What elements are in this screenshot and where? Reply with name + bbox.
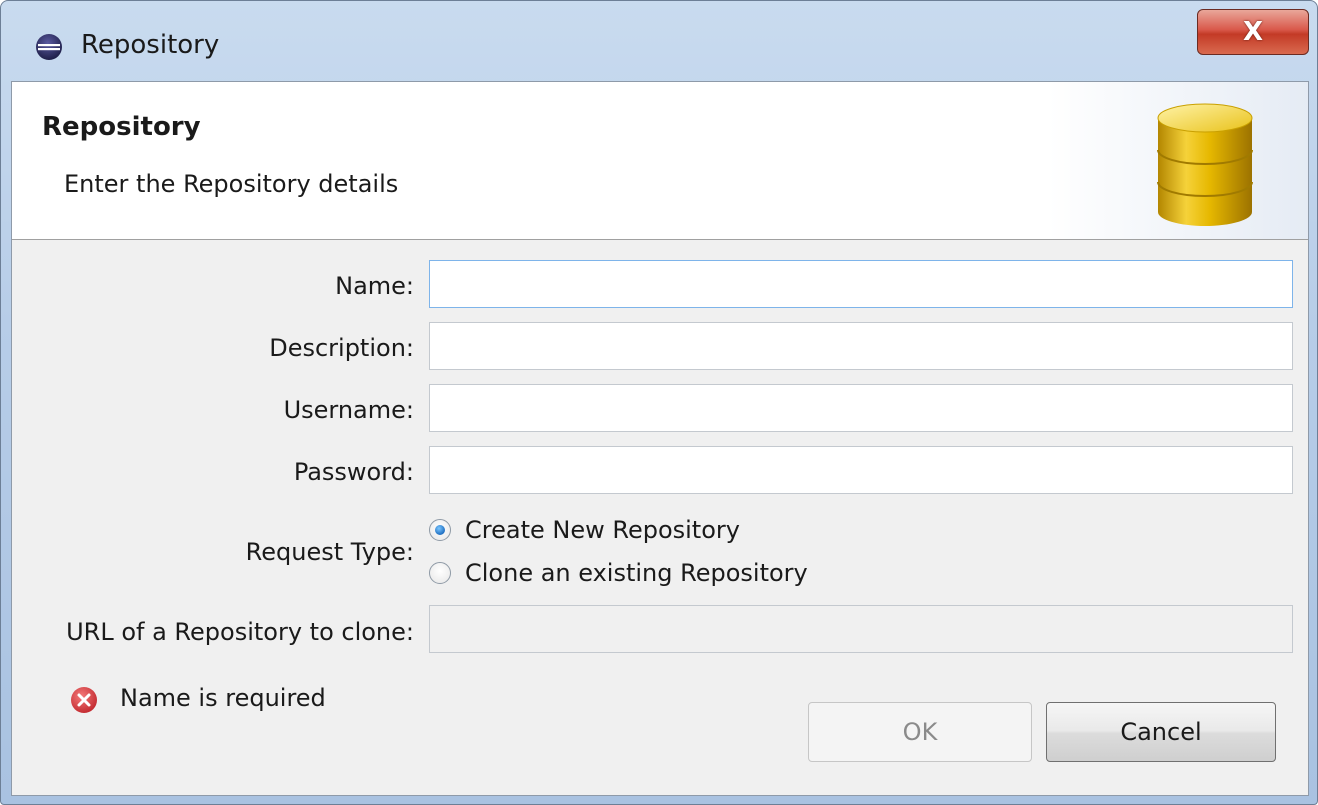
ok-button[interactable]: OK xyxy=(808,702,1032,762)
close-button[interactable]: X xyxy=(1197,9,1309,55)
radio-clone-existing-label: Clone an existing Repository xyxy=(465,559,808,587)
description-input[interactable] xyxy=(429,322,1293,370)
banner-title: Repository xyxy=(42,112,201,142)
error-icon xyxy=(71,687,97,713)
database-icon xyxy=(1157,103,1253,226)
window-title: Repository xyxy=(81,30,220,60)
clone-url-input xyxy=(429,605,1293,653)
radio-button[interactable] xyxy=(429,562,451,584)
name-label: Name: xyxy=(335,272,414,300)
radio-button-selected[interactable] xyxy=(429,519,451,541)
description-label: Description: xyxy=(269,334,414,362)
username-label: Username: xyxy=(283,396,414,424)
radio-create-new[interactable]: Create New Repository xyxy=(429,515,740,545)
eclipse-icon xyxy=(36,34,62,60)
password-label: Password: xyxy=(293,458,414,486)
radio-create-new-label: Create New Repository xyxy=(465,516,740,544)
title-bar[interactable]: Repository X xyxy=(1,1,1317,87)
error-message: Name is required xyxy=(120,684,326,712)
clone-url-label: URL of a Repository to clone: xyxy=(66,618,414,646)
password-input[interactable] xyxy=(429,446,1293,494)
request-type-label: Request Type: xyxy=(245,538,414,566)
username-input[interactable] xyxy=(429,384,1293,432)
name-input[interactable] xyxy=(429,260,1293,308)
close-icon: X xyxy=(1242,17,1264,47)
radio-dot xyxy=(435,525,445,535)
banner-description: Enter the Repository details xyxy=(64,170,399,198)
dialog-content: Repository Enter the Repository details xyxy=(11,81,1309,796)
dialog-window: Repository X Repository Enter the Reposi… xyxy=(0,0,1318,805)
radio-clone-existing[interactable]: Clone an existing Repository xyxy=(429,558,808,588)
header-banner: Repository Enter the Repository details xyxy=(12,82,1308,240)
cancel-button[interactable]: Cancel xyxy=(1046,702,1276,762)
